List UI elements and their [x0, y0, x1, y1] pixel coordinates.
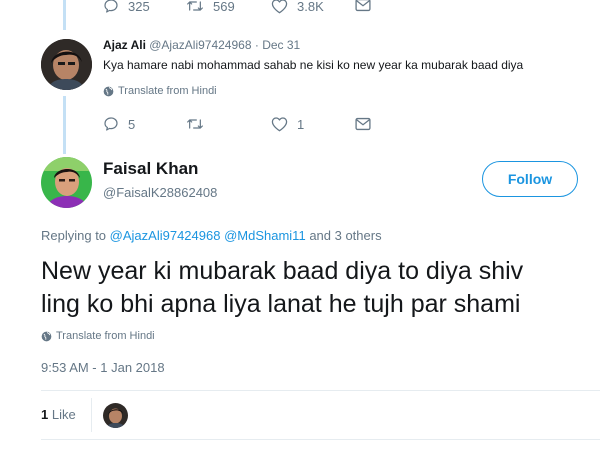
replying-to: Replying to @AjazAli97424968 @MdShami11 … — [41, 228, 382, 243]
globe-icon — [103, 86, 114, 96]
header-separator: · — [254, 38, 259, 52]
translate-link[interactable]: Translate from Hindi — [41, 330, 155, 342]
author-name[interactable]: Faisal Khan — [103, 159, 198, 179]
divider — [41, 439, 600, 440]
message-icon — [355, 117, 371, 131]
reply-tweet-header: Ajaz Ali @AjazAli97424968 · Dec 31 — [103, 38, 300, 52]
prev-dm-action[interactable] — [355, 0, 371, 12]
reply-author-name[interactable]: Ajaz Ali — [103, 38, 146, 52]
heart-icon — [271, 0, 288, 14]
prev-reply-count: 325 — [128, 0, 150, 14]
tweet-text-line: New year ki mubarak baad diya to diya sh… — [41, 257, 524, 285]
translate-label: Translate from Hindi — [56, 330, 155, 342]
like-count: 1 — [41, 407, 49, 422]
tweet-timestamp[interactable]: 9:53 AM - 1 Jan 2018 — [41, 360, 165, 375]
reply-like-action[interactable]: 1 — [271, 116, 304, 132]
prev-retweet-action[interactable]: 569 — [186, 0, 235, 14]
heart-icon — [271, 117, 288, 132]
like-label: Like — [51, 407, 76, 422]
retweet-icon — [187, 119, 203, 129]
reply-author-handle[interactable]: @AjazAli97424968 — [149, 38, 251, 52]
thread-line-top — [63, 0, 66, 30]
reply-reply-count: 5 — [128, 116, 136, 132]
message-icon — [355, 0, 371, 12]
retweet-icon — [187, 1, 203, 11]
reply-translate-label: Translate from Hindi — [118, 85, 217, 97]
reply-reply-action[interactable]: 5 — [103, 116, 135, 132]
prev-reply-action[interactable]: 325 — [103, 0, 150, 14]
avatar[interactable] — [41, 39, 92, 90]
thread-line-reply — [63, 96, 66, 154]
avatar[interactable] — [41, 157, 92, 208]
reply-like-count: 1 — [297, 116, 305, 132]
liker-avatar-image — [103, 403, 128, 428]
globe-icon — [41, 331, 52, 341]
avatar[interactable] — [103, 403, 128, 428]
mention-link[interactable]: @AjazAli97424968 — [110, 228, 221, 243]
reply-date[interactable]: Dec 31 — [262, 38, 300, 52]
like-stats[interactable]: 1 Like — [41, 407, 76, 422]
follow-button[interactable]: Follow — [482, 161, 578, 197]
prev-like-count: 3.8K — [297, 0, 324, 14]
tweet-text-line: ling ko bhi apna liya lanat he tujh par … — [41, 290, 521, 318]
reply-tweet-text: Kya hamare nabi mohammad sahab ne kisi k… — [103, 58, 524, 72]
reply-retweet-action[interactable] — [186, 116, 204, 132]
tweet-text: New year ki mubarak baad diya to diya sh… — [41, 255, 523, 321]
mention-link[interactable]: @MdShami11 — [224, 228, 306, 243]
reply-dm-action[interactable] — [355, 117, 371, 131]
faisal-avatar-image — [41, 157, 92, 208]
reply-icon — [104, 0, 118, 13]
prev-retweet-count: 569 — [213, 0, 235, 14]
divider — [41, 390, 600, 391]
author-handle[interactable]: @FaisalK28862408 — [103, 185, 217, 200]
reply-icon — [104, 117, 118, 131]
reply-translate-link[interactable]: Translate from Hindi — [103, 85, 217, 97]
replying-others[interactable]: and 3 others — [309, 228, 381, 243]
ajaz-avatar-image — [41, 39, 92, 90]
stats-separator — [91, 398, 92, 432]
replying-prefix: Replying to — [41, 228, 107, 243]
prev-like-action[interactable]: 3.8K — [271, 0, 324, 14]
